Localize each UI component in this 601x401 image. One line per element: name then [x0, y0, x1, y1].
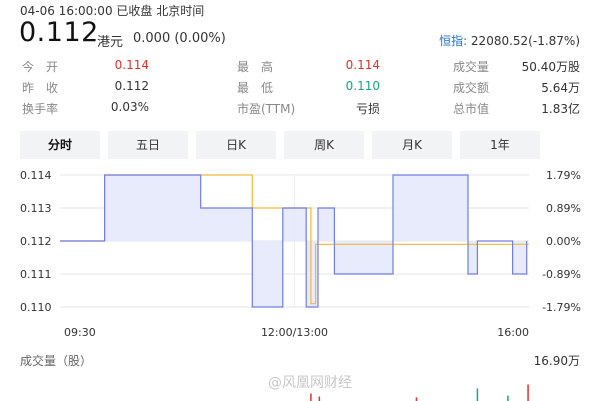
stat-label-prev-close: 昨 收	[22, 81, 59, 95]
y-axis-percent-label: 0.00%	[546, 235, 581, 248]
volume-bar	[507, 395, 509, 401]
stat-label-turnover-rate: 换手率	[22, 102, 59, 116]
y-axis-tick-label: 0.113	[20, 202, 52, 215]
volume-max-label: 16.90万	[533, 354, 580, 368]
stat-label-low: 最 低	[237, 81, 274, 95]
stats-row: 昨 收 0.112 最 低 0.110 成交额 5.64万	[0, 79, 601, 99]
stat-label-turnover-amount: 成交额	[453, 81, 490, 95]
volume-bar	[318, 396, 321, 401]
stat-value-market-cap: 1.83亿	[541, 102, 580, 116]
volume-bar	[476, 388, 479, 401]
y-axis-tick-label: 0.111	[20, 268, 52, 281]
stat-value-turnover-rate: 0.03%	[110, 100, 149, 114]
y-axis-tick-label: 0.114	[20, 169, 52, 182]
price-area-fill	[60, 175, 527, 307]
y-axis-percent-label: 1.79%	[546, 169, 581, 182]
y-axis-percent-label: -0.89%	[542, 268, 581, 281]
index-value: 22080.52(-1.87%)	[467, 34, 580, 48]
volume-bar	[527, 384, 529, 401]
tab-intraday[interactable]: 分时	[20, 131, 100, 159]
stats-row: 换手率 0.03% 市盈(TTM) 亏损 总市值 1.83亿	[0, 100, 601, 120]
watermark: @风凰网财经	[268, 375, 352, 391]
stat-label-market-cap: 总市值	[453, 102, 490, 116]
stat-label-high: 最 高	[237, 60, 274, 74]
stat-value-pe: 亏损	[355, 102, 380, 116]
tab-one-year[interactable]: 1年	[460, 131, 540, 159]
stat-label-volume: 成交量	[453, 60, 490, 74]
currency-label: 港元	[97, 35, 124, 50]
volume-label: 成交量（股）	[20, 354, 93, 368]
stat-value-prev-close: 0.112	[114, 79, 149, 93]
stat-value-high: 0.114	[345, 58, 380, 72]
volume-bar	[310, 393, 312, 401]
tab-monthly-k[interactable]: 月K	[372, 131, 452, 159]
y-axis-percent-label: -1.79%	[542, 301, 581, 314]
last-price: 0.112	[19, 17, 99, 48]
x-axis-tick-label: 12:00/13:00	[261, 326, 328, 339]
index-quote[interactable]: 恒指: 22080.52(-1.87%)	[439, 32, 580, 49]
stat-value-volume: 50.40万股	[521, 60, 580, 74]
y-axis-tick-label: 0.112	[20, 235, 52, 248]
stat-value-open: 0.114	[114, 58, 149, 72]
index-name-link[interactable]: 恒指:	[439, 34, 467, 48]
tab-daily-k[interactable]: 日K	[196, 131, 276, 159]
x-axis-tick-label: 09:30	[64, 326, 96, 339]
stat-value-low: 0.110	[345, 79, 380, 93]
stats-row: 今 开 0.114 最 高 0.114 成交量 50.40万股	[0, 58, 601, 78]
stat-value-turnover-amount: 5.64万	[541, 81, 580, 95]
price-change: 0.000 (0.00%)	[133, 31, 226, 46]
y-axis-tick-label: 0.110	[20, 301, 52, 314]
stat-label-open: 今 开	[22, 60, 59, 74]
y-axis-percent-label: 0.89%	[546, 202, 581, 215]
stat-label-pe: 市盈(TTM)	[237, 102, 296, 116]
volume-bar	[415, 397, 418, 401]
tab-weekly-k[interactable]: 周K	[284, 131, 364, 159]
tab-five-day[interactable]: 五日	[108, 131, 188, 159]
x-axis-tick-label: 16:00	[497, 326, 529, 339]
